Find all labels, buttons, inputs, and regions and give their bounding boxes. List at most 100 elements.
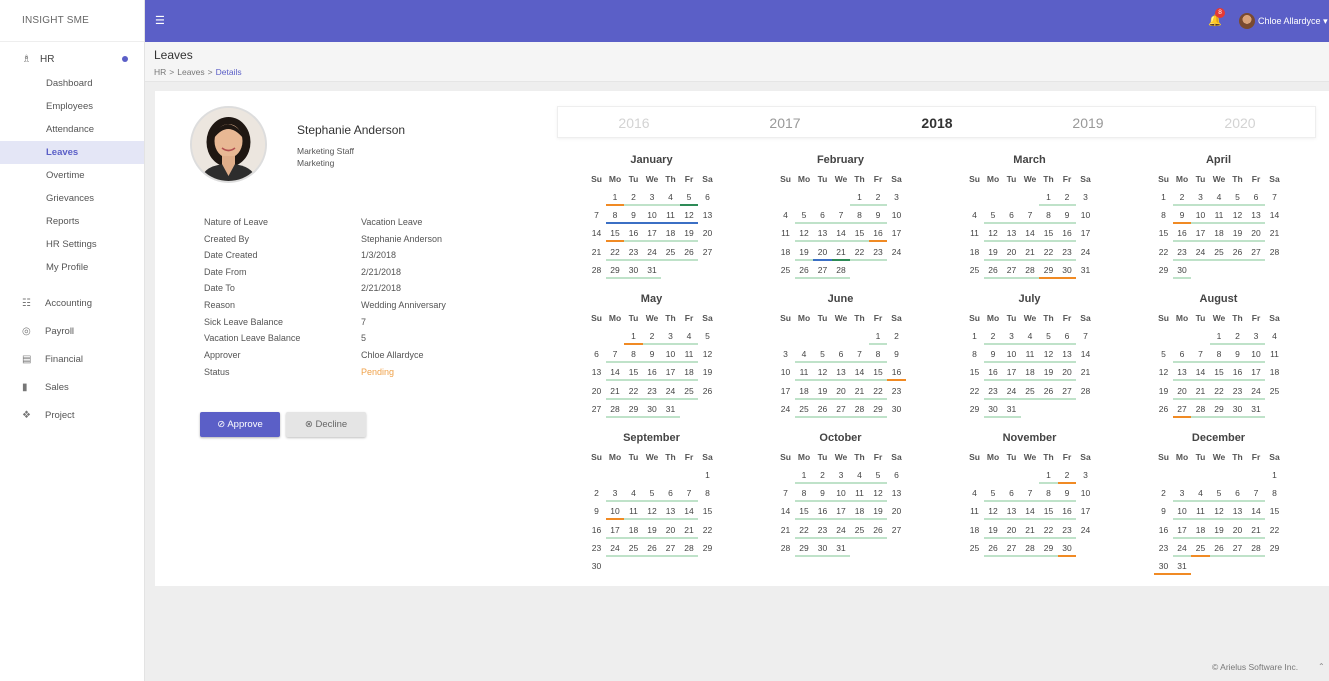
calendar-day[interactable]: 14 bbox=[833, 228, 850, 238]
calendar-day[interactable]: 14 bbox=[1248, 506, 1265, 516]
calendar-day[interactable]: 25 bbox=[681, 386, 698, 396]
brand-logo[interactable]: INSIGHT SME bbox=[0, 0, 144, 42]
calendar-day[interactable]: 6 bbox=[1248, 192, 1265, 202]
calendar-day[interactable]: 2 bbox=[644, 331, 661, 341]
sidebar-item-employees[interactable]: Employees bbox=[0, 95, 144, 118]
calendar-day[interactable]: 30 bbox=[814, 543, 831, 553]
sidebar-item-grievances[interactable]: Grievances bbox=[0, 187, 144, 210]
calendar-day[interactable]: 5 bbox=[1211, 488, 1228, 498]
calendar-day[interactable]: 21 bbox=[833, 247, 850, 257]
calendar-day[interactable]: 11 bbox=[796, 367, 813, 377]
calendar-day[interactable]: 2 bbox=[1155, 488, 1172, 498]
calendar-day[interactable]: 14 bbox=[1022, 506, 1039, 516]
calendar-day[interactable]: 22 bbox=[1211, 386, 1228, 396]
calendar-day[interactable]: 28 bbox=[607, 404, 624, 414]
calendar-day[interactable]: 30 bbox=[1155, 561, 1172, 571]
calendar-day[interactable]: 10 bbox=[1248, 349, 1265, 359]
calendar-day[interactable]: 17 bbox=[833, 506, 850, 516]
sidebar-item-financial[interactable]: ▤ Financial bbox=[0, 345, 144, 373]
calendar-day[interactable]: 4 bbox=[625, 488, 642, 498]
calendar-day[interactable]: 27 bbox=[888, 525, 905, 535]
calendar-day[interactable]: 12 bbox=[699, 349, 716, 359]
calendar-day[interactable]: 13 bbox=[1003, 228, 1020, 238]
calendar-day[interactable]: 3 bbox=[1192, 192, 1209, 202]
calendar-day[interactable]: 25 bbox=[1211, 247, 1228, 257]
calendar-day[interactable]: 10 bbox=[777, 367, 794, 377]
calendar-day[interactable]: 10 bbox=[1003, 349, 1020, 359]
calendar-day[interactable]: 6 bbox=[888, 470, 905, 480]
calendar-day[interactable]: 8 bbox=[1211, 349, 1228, 359]
calendar-day[interactable]: 26 bbox=[870, 525, 887, 535]
calendar-day[interactable]: 21 bbox=[607, 386, 624, 396]
calendar-day[interactable]: 14 bbox=[1022, 228, 1039, 238]
calendar-day[interactable]: 25 bbox=[966, 543, 983, 553]
sidebar-item-overtime[interactable]: Overtime bbox=[0, 164, 144, 187]
calendar-day[interactable]: 11 bbox=[681, 349, 698, 359]
calendar-day[interactable]: 5 bbox=[681, 192, 698, 202]
calendar-day[interactable]: 13 bbox=[814, 228, 831, 238]
calendar-day[interactable]: 22 bbox=[870, 386, 887, 396]
calendar-day[interactable]: 27 bbox=[1003, 265, 1020, 275]
calendar-day[interactable]: 30 bbox=[1174, 265, 1191, 275]
calendar-day[interactable]: 28 bbox=[1248, 543, 1265, 553]
calendar-day[interactable]: 25 bbox=[1022, 386, 1039, 396]
calendar-day[interactable]: 15 bbox=[966, 367, 983, 377]
calendar-day[interactable]: 19 bbox=[681, 228, 698, 238]
calendar-day[interactable]: 10 bbox=[1077, 488, 1094, 498]
calendar-day[interactable]: 18 bbox=[851, 506, 868, 516]
sidebar-item-my-profile[interactable]: My Profile bbox=[0, 256, 144, 279]
calendar-day[interactable]: 12 bbox=[814, 367, 831, 377]
calendar-day[interactable]: 13 bbox=[888, 488, 905, 498]
calendar-day[interactable]: 20 bbox=[833, 386, 850, 396]
calendar-day[interactable]: 9 bbox=[625, 210, 642, 220]
calendar-day[interactable]: 19 bbox=[870, 506, 887, 516]
calendar-day[interactable]: 26 bbox=[796, 265, 813, 275]
chevron-up-icon[interactable]: ⌃ bbox=[1318, 662, 1325, 671]
calendar-day[interactable]: 18 bbox=[796, 386, 813, 396]
calendar-day[interactable]: 2 bbox=[1229, 331, 1246, 341]
calendar-day[interactable]: 3 bbox=[644, 192, 661, 202]
calendar-day[interactable]: 3 bbox=[777, 349, 794, 359]
calendar-day[interactable]: 8 bbox=[851, 210, 868, 220]
calendar-day[interactable]: 23 bbox=[985, 386, 1002, 396]
calendar-day[interactable]: 23 bbox=[644, 386, 661, 396]
calendar-day[interactable]: 15 bbox=[1266, 506, 1283, 516]
calendar-day[interactable]: 21 bbox=[851, 386, 868, 396]
calendar-day[interactable]: 11 bbox=[966, 506, 983, 516]
calendar-day[interactable]: 4 bbox=[777, 210, 794, 220]
calendar-day[interactable]: 27 bbox=[1229, 543, 1246, 553]
calendar-day[interactable]: 15 bbox=[796, 506, 813, 516]
calendar-day[interactable]: 4 bbox=[966, 210, 983, 220]
calendar-day[interactable]: 20 bbox=[1248, 228, 1265, 238]
calendar-day[interactable]: 23 bbox=[1229, 386, 1246, 396]
calendar-day[interactable]: 7 bbox=[607, 349, 624, 359]
calendar-day[interactable]: 28 bbox=[1266, 247, 1283, 257]
calendar-day[interactable]: 4 bbox=[1192, 488, 1209, 498]
calendar-day[interactable]: 2 bbox=[870, 192, 887, 202]
calendar-day[interactable]: 2 bbox=[985, 331, 1002, 341]
calendar-day[interactable]: 15 bbox=[870, 367, 887, 377]
calendar-day[interactable]: 9 bbox=[1059, 488, 1076, 498]
calendar-day[interactable]: 22 bbox=[607, 247, 624, 257]
calendar-day[interactable]: 5 bbox=[985, 210, 1002, 220]
calendar-day[interactable]: 14 bbox=[607, 367, 624, 377]
calendar-day[interactable]: 18 bbox=[1266, 367, 1283, 377]
calendar-day[interactable]: 28 bbox=[1022, 265, 1039, 275]
calendar-day[interactable]: 20 bbox=[662, 525, 679, 535]
calendar-day[interactable]: 29 bbox=[870, 404, 887, 414]
calendar-day[interactable]: 12 bbox=[1229, 210, 1246, 220]
calendar-day[interactable]: 15 bbox=[607, 228, 624, 238]
calendar-day[interactable]: 21 bbox=[1192, 386, 1209, 396]
calendar-day[interactable]: 22 bbox=[851, 247, 868, 257]
calendar-day[interactable]: 23 bbox=[814, 525, 831, 535]
calendar-day[interactable]: 20 bbox=[1059, 367, 1076, 377]
calendar-day[interactable]: 14 bbox=[681, 506, 698, 516]
calendar-day[interactable]: 26 bbox=[1211, 543, 1228, 553]
calendar-day[interactable]: 21 bbox=[1022, 247, 1039, 257]
calendar-day[interactable]: 13 bbox=[699, 210, 716, 220]
calendar-day[interactable]: 29 bbox=[1040, 543, 1057, 553]
calendar-day[interactable]: 27 bbox=[1059, 386, 1076, 396]
calendar-day[interactable]: 24 bbox=[1248, 386, 1265, 396]
calendar-day[interactable]: 23 bbox=[1059, 525, 1076, 535]
calendar-day[interactable]: 19 bbox=[985, 525, 1002, 535]
